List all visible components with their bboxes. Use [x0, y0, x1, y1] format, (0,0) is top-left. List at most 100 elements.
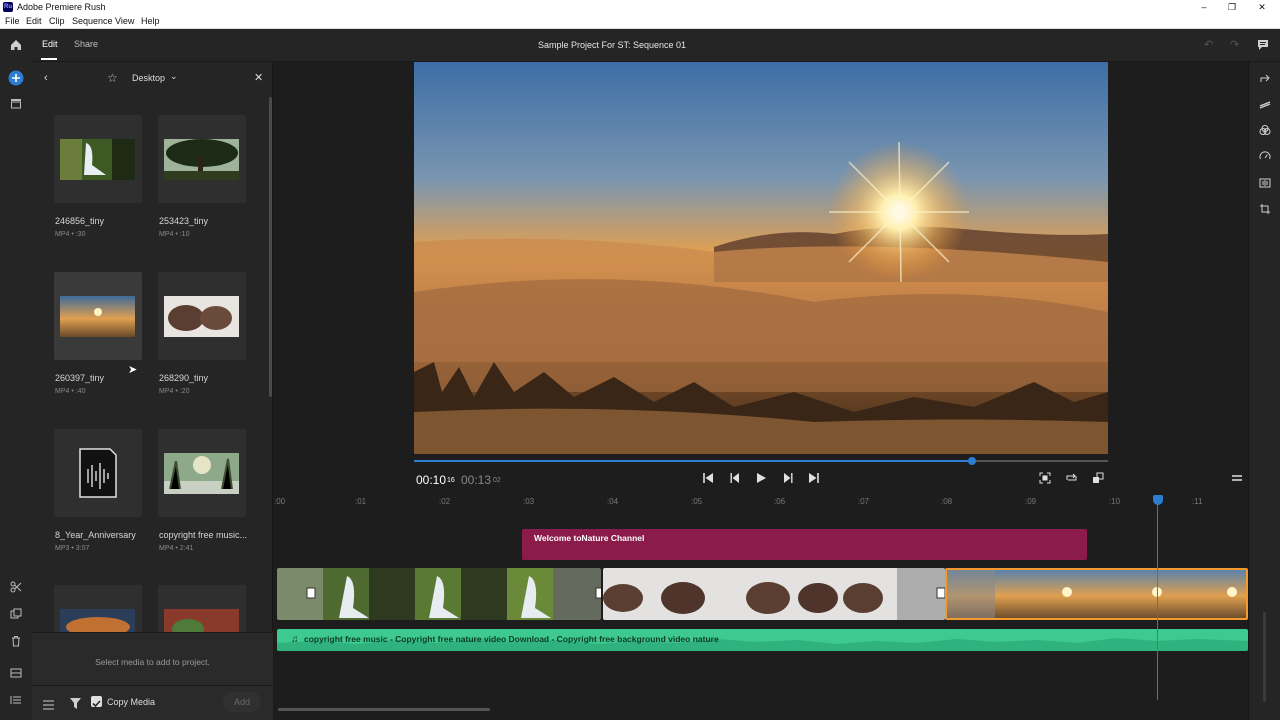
- ruler-tick-4: :04: [607, 497, 619, 506]
- color-icon[interactable]: [1257, 124, 1273, 140]
- right-rail-scrollbar[interactable]: [1263, 612, 1266, 702]
- location-dropdown[interactable]: Desktop: [132, 73, 165, 83]
- music-note-icon: ♫: [291, 634, 299, 645]
- layout-icon[interactable]: [8, 667, 24, 683]
- audio-icon[interactable]: [1257, 177, 1273, 193]
- timeline-ruler[interactable]: :00 :01 :02 :03 :04 :05 :06 :07 :08 :09 …: [274, 494, 1248, 510]
- media-scrollbar[interactable]: [269, 97, 272, 397]
- video-clip-bison[interactable]: [603, 568, 945, 620]
- menu-clip[interactable]: Clip: [49, 16, 65, 26]
- go-to-end-icon[interactable]: [806, 472, 822, 488]
- transitions-icon[interactable]: [1257, 98, 1273, 114]
- media-item-268290[interactable]: [158, 272, 246, 360]
- home-icon[interactable]: [8, 38, 24, 54]
- ruler-tick-2: :02: [439, 497, 451, 506]
- timeline-scrollbar[interactable]: [278, 708, 490, 711]
- redo-icon[interactable]: ↷: [1230, 38, 1244, 52]
- trash-icon[interactable]: [8, 635, 24, 651]
- add-button[interactable]: Add: [223, 692, 261, 712]
- restore-button[interactable]: ❐: [1222, 1, 1242, 14]
- media-item-anniversary[interactable]: [54, 429, 142, 517]
- media-item-253423[interactable]: [158, 115, 246, 203]
- chevron-down-icon[interactable]: ⌄: [170, 71, 178, 82]
- copy-media-checkbox[interactable]: [91, 696, 102, 708]
- media-item-246856[interactable]: [54, 115, 142, 203]
- filter-icon[interactable]: [70, 696, 81, 714]
- close-window-button[interactable]: ✕: [1252, 1, 1272, 14]
- menu-bar: File Edit Clip Sequence View Help: [0, 15, 1280, 29]
- app-logo-icon: Ru: [3, 2, 13, 12]
- media-meta-anniversary: MP3 • 3:07: [55, 545, 90, 552]
- menu-sequence[interactable]: Sequence: [72, 16, 113, 26]
- media-meta-246856: MP4 • :30: [55, 231, 86, 238]
- menu-file[interactable]: File: [5, 16, 20, 26]
- video-preview[interactable]: [414, 62, 1108, 454]
- menu-view[interactable]: View: [115, 16, 134, 26]
- archive-icon[interactable]: [8, 97, 24, 113]
- media-meta-260397: MP4 • :40: [55, 388, 86, 395]
- ruler-tick-7: :07: [858, 497, 870, 506]
- active-tab-indicator: [41, 58, 57, 60]
- scrub-progress: [414, 460, 972, 462]
- ruler-tick-10: :10: [1109, 497, 1121, 506]
- export-icon[interactable]: [1257, 72, 1273, 88]
- scissors-icon[interactable]: [8, 581, 24, 597]
- media-name-260397: 260397_tiny: [55, 373, 105, 383]
- undo-icon[interactable]: ↶: [1204, 38, 1218, 52]
- clip-thumbnails-waterfall: [277, 568, 601, 620]
- copy-media-label: Copy Media: [107, 697, 156, 707]
- speed-icon[interactable]: [1257, 150, 1273, 166]
- scrub-bar[interactable]: [414, 457, 1108, 465]
- media-meta-253423: MP4 • :10: [159, 231, 190, 238]
- audio-file-icon: [79, 448, 117, 498]
- right-rail: [1248, 62, 1280, 720]
- mouse-cursor-icon: ➤: [128, 364, 138, 376]
- media-item-copyright-music[interactable]: [158, 429, 246, 517]
- ruler-tick-3: :03: [523, 497, 535, 506]
- title-clip[interactable]: Welcome toNature Channel: [522, 529, 1087, 560]
- close-panel-icon[interactable]: ✕: [254, 71, 263, 84]
- go-to-start-icon[interactable]: [700, 472, 716, 488]
- playhead-handle[interactable]: [1153, 495, 1163, 505]
- scrub-handle[interactable]: [967, 457, 976, 465]
- media-item-260397[interactable]: [54, 272, 142, 360]
- comment-icon[interactable]: [1257, 38, 1271, 52]
- video-clip-waterfall[interactable]: [277, 568, 601, 620]
- favorite-star-icon[interactable]: ☆: [107, 71, 118, 85]
- video-clip-sunset-selected[interactable]: [945, 568, 1248, 620]
- total-time: 00:13: [461, 473, 492, 487]
- play-icon[interactable]: [753, 472, 769, 488]
- add-media-icon[interactable]: [8, 70, 24, 86]
- media-name-anniversary: 8_Year_Anniversary: [55, 530, 136, 540]
- clip-thumbnails-sunset: [947, 570, 1246, 618]
- ruler-tick-1: :01: [355, 497, 367, 506]
- window-titlebar: Ru Adobe Premiere Rush – ❐ ✕: [0, 0, 1280, 15]
- duplicate-icon[interactable]: [8, 608, 24, 624]
- ruler-tick-0: :00: [274, 497, 286, 506]
- media-grid: 246856_tiny MP4 • :30 253423_tiny MP4 • …: [32, 95, 268, 665]
- thumbnail-sunset: [60, 296, 135, 337]
- menu-help[interactable]: Help: [141, 16, 160, 26]
- sort-list-icon[interactable]: [43, 697, 54, 715]
- menu-icon[interactable]: [1229, 472, 1245, 488]
- thumbnail-waterfall: [60, 139, 135, 180]
- thumbnail-bison: [164, 296, 239, 337]
- window-title: Adobe Premiere Rush: [17, 2, 106, 12]
- step-back-icon[interactable]: [727, 472, 743, 488]
- fit-frame-icon[interactable]: [1037, 472, 1053, 488]
- audio-clip-label: copyright free music - Copyright free na…: [304, 634, 719, 644]
- back-icon[interactable]: ‹: [44, 72, 48, 84]
- minimize-button[interactable]: –: [1194, 1, 1214, 14]
- audio-clip[interactable]: copyright free music - Copyright free na…: [277, 629, 1248, 651]
- loop-icon[interactable]: [1063, 472, 1079, 488]
- footer-hint: Select media to add to project.: [95, 657, 210, 667]
- list-icon[interactable]: [8, 694, 24, 710]
- project-title: Sample Project For ST: Sequence 01: [537, 40, 687, 50]
- aspect-ratio-icon[interactable]: [1090, 472, 1106, 488]
- step-forward-icon[interactable]: [780, 472, 796, 488]
- media-panel-header: ‹ ☆ Desktop ⌄ ✕: [32, 62, 273, 95]
- transform-icon[interactable]: [1257, 203, 1273, 219]
- main-area: 00:10 16 00:13 02 :00 :01 :02 :03 :04 :0…: [274, 62, 1248, 720]
- ruler-tick-8: :08: [941, 497, 953, 506]
- menu-edit[interactable]: Edit: [26, 16, 42, 26]
